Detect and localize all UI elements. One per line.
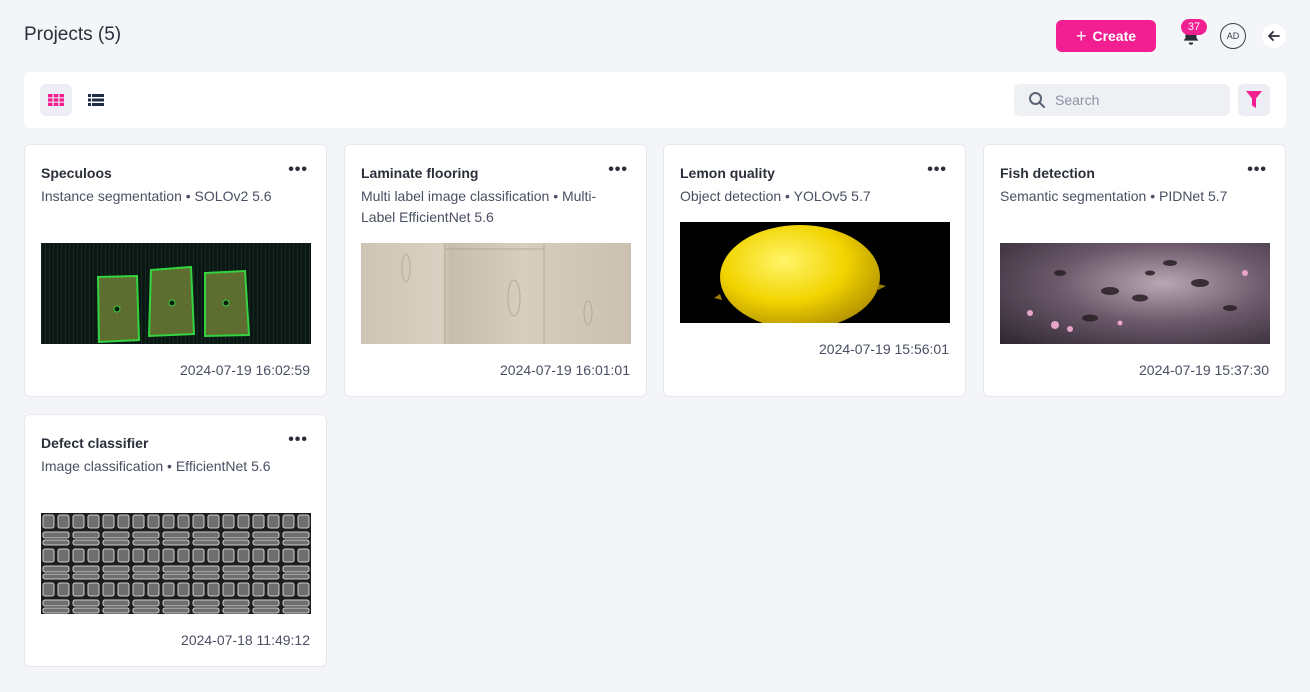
project-description: Instance segmentation • SOLOv2 5.6 bbox=[41, 188, 272, 204]
avatar[interactable]: AD bbox=[1220, 23, 1246, 49]
more-options-icon[interactable]: ••• bbox=[1247, 161, 1267, 179]
project-thumbnail bbox=[41, 243, 311, 344]
project-thumbnail bbox=[680, 222, 950, 323]
project-title: Laminate flooring bbox=[361, 165, 479, 181]
project-title: Speculoos bbox=[41, 165, 112, 181]
project-title: Defect classifier bbox=[41, 435, 149, 451]
list-view-icon[interactable] bbox=[80, 84, 112, 116]
project-date: 2024-07-19 15:56:01 bbox=[819, 341, 949, 357]
more-options-icon[interactable]: ••• bbox=[608, 161, 628, 179]
create-button[interactable]: + Create bbox=[1056, 20, 1156, 52]
project-card[interactable]: Laminate flooring ••• Multi label image … bbox=[344, 144, 647, 397]
project-description: Multi label image classification • Multi… bbox=[361, 188, 597, 225]
project-thumbnail bbox=[1000, 243, 1270, 344]
create-button-label: Create bbox=[1092, 28, 1137, 44]
project-thumbnail bbox=[361, 243, 631, 344]
project-date: 2024-07-18 11:49:12 bbox=[181, 632, 310, 648]
more-options-icon[interactable]: ••• bbox=[288, 431, 308, 449]
project-description: Object detection • YOLOv5 5.7 bbox=[680, 188, 871, 204]
project-thumbnail bbox=[41, 513, 311, 614]
project-card[interactable]: Fish detection ••• Semantic segmentation… bbox=[983, 144, 1286, 397]
project-description: Semantic segmentation • PIDNet 5.7 bbox=[1000, 188, 1228, 204]
arrow-left-icon[interactable] bbox=[1262, 24, 1286, 48]
project-title: Lemon quality bbox=[680, 165, 775, 181]
project-card[interactable]: Lemon quality ••• Object detection • YOL… bbox=[663, 144, 966, 397]
filter-icon[interactable] bbox=[1238, 84, 1270, 116]
project-card[interactable]: Speculoos ••• Instance segmentation • SO… bbox=[24, 144, 327, 397]
page-title: Projects (5) bbox=[24, 24, 122, 45]
project-description: Image classification • EfficientNet 5.6 bbox=[41, 458, 271, 474]
project-date: 2024-07-19 16:02:59 bbox=[180, 362, 310, 378]
more-options-icon[interactable]: ••• bbox=[927, 161, 947, 179]
project-date: 2024-07-19 15:37:30 bbox=[1139, 362, 1269, 378]
project-date: 2024-07-19 16:01:01 bbox=[500, 362, 630, 378]
search-box bbox=[1014, 84, 1230, 116]
project-card[interactable]: Defect classifier ••• Image classificati… bbox=[24, 414, 327, 667]
search-input[interactable] bbox=[1055, 92, 1215, 108]
toolbar bbox=[24, 72, 1286, 128]
plus-icon: + bbox=[1075, 26, 1087, 46]
search-icon bbox=[1029, 92, 1045, 108]
notification-badge: 37 bbox=[1181, 19, 1207, 35]
grid-view-icon[interactable] bbox=[40, 84, 72, 116]
more-options-icon[interactable]: ••• bbox=[288, 161, 308, 179]
project-title: Fish detection bbox=[1000, 165, 1095, 181]
